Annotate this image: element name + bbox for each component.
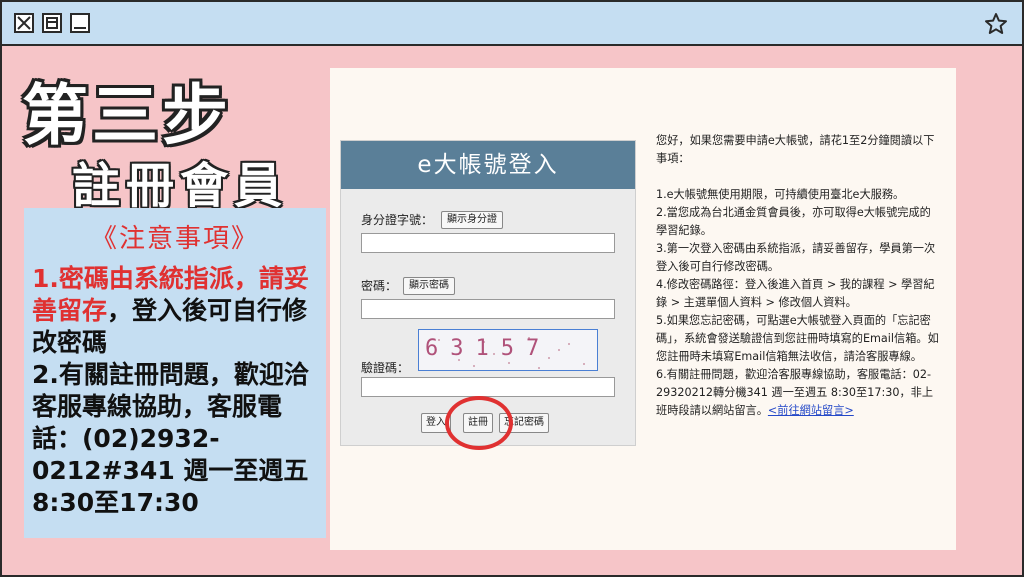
login-panel: e大帳號登入 身分證字號： 顯示身分證 密碼： 顯示密碼 63157 驗證碼： …: [340, 140, 636, 450]
star-icon[interactable]: [984, 12, 1008, 40]
password-input[interactable]: [361, 299, 615, 319]
login-title: e大帳號登入: [341, 141, 635, 189]
info-line6: 6.有關註冊問題，歡迎洽客服專線協助，客服電話：02-29320212轉分機34…: [656, 366, 942, 420]
info-line3: 3.第一次登入密碼由系統指派，請妥善留存，學員第一次登入後可自行修改密碼。: [656, 242, 936, 273]
id-label: 身分證字號：: [361, 213, 434, 227]
restore-icon[interactable]: [42, 13, 62, 33]
window-titlebar: [0, 0, 1024, 46]
login-page-screenshot: e大帳號登入 身分證字號： 顯示身分證 密碼： 顯示密碼 63157 驗證碼： …: [330, 68, 956, 550]
message-link[interactable]: <前往網站留言>: [768, 404, 854, 417]
password-label: 密碼：: [361, 279, 398, 293]
info-text: 您好，如果您需要申請e大帳號，請花1至2分鐘閱讀以下事項： 1.e大帳號無使用期…: [656, 132, 942, 420]
show-id-button[interactable]: 顯示身分證: [441, 211, 503, 229]
captcha-input[interactable]: [361, 377, 615, 397]
notice-body: 1.密碼由系統指派，請妥善留存，登入後可自行修改密碼 2.有關註冊問題，歡迎洽客…: [32, 263, 318, 519]
close-icon[interactable]: [14, 13, 34, 33]
minimize-icon[interactable]: [70, 13, 90, 33]
info-line4: 4.修改密碼路徑：登入後進入首頁 > 我的課程 > 學習紀錄 > 主選單個人資料…: [656, 278, 935, 309]
captcha-code: 63157: [425, 336, 552, 361]
notice-box: 《注意事項》 1.密碼由系統指派，請妥善留存，登入後可自行修改密碼 2.有關註冊…: [24, 208, 326, 538]
captcha-image: 63157: [418, 329, 598, 371]
step-subtitle: 註冊會員: [72, 158, 289, 214]
info-line1: 1.e大帳號無使用期限，可持續使用臺北e大服務。: [656, 188, 905, 201]
info-intro: 您好，如果您需要申請e大帳號，請花1至2分鐘閱讀以下事項：: [656, 134, 935, 165]
info-line2: 2.當您成為台北通金質會員後，亦可取得e大帳號完成的學習紀錄。: [656, 206, 931, 237]
show-password-button[interactable]: 顯示密碼: [403, 277, 455, 295]
captcha-label: 驗證碼：: [361, 361, 410, 375]
id-input[interactable]: [361, 233, 615, 253]
notice-heading: 《注意事項》: [90, 224, 259, 254]
step-title: 第三步: [22, 76, 232, 154]
info-line5: 5.如果您忘記密碼，可點選e大帳號登入頁面的「忘記密碼」，系統會發送驗證信到您註…: [656, 314, 939, 363]
notice-item2: 2.有關註冊問題，歡迎洽客服專線協助，客服電話：(02)2932-0212#34…: [32, 360, 309, 517]
highlight-circle: [445, 396, 513, 450]
